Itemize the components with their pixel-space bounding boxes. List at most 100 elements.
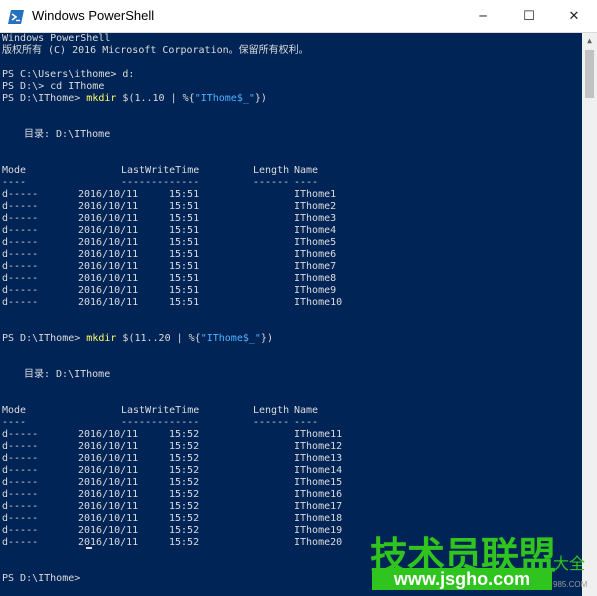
row-date: 2016/10/11 (78, 441, 139, 452)
row-time: 15:52 (169, 513, 200, 524)
header-underline: ------ (253, 177, 290, 188)
row-name: IThome2 (294, 201, 337, 212)
row-name: IThome3 (294, 213, 337, 224)
row-mode: d----- (2, 285, 39, 296)
header-underline: ------------- (121, 417, 200, 428)
row-date: 2016/10/11 (78, 477, 139, 488)
row-date: 2016/10/11 (78, 465, 139, 476)
row-mode: d----- (2, 453, 39, 464)
row-name: IThome4 (294, 225, 337, 236)
vertical-scrollbar[interactable]: ▲ (582, 33, 597, 596)
row-time: 15:51 (169, 297, 200, 308)
command-args: $(1..10 | %{ (116, 93, 195, 104)
command-args: }) (254, 93, 267, 104)
header-underline: ---- (294, 417, 319, 428)
row-date: 2016/10/11 (78, 297, 139, 308)
string-literal: "IThome$_" (194, 93, 255, 104)
console-output[interactable]: Windows PowerShell 版权所有 (C) 2016 Microso… (0, 33, 582, 596)
row-name: IThome18 (294, 513, 343, 524)
row-name: IThome11 (294, 429, 343, 440)
row-time: 15:52 (169, 525, 200, 536)
row-date: 2016/10/11 (78, 225, 139, 236)
row-name: IThome7 (294, 261, 337, 272)
row-date: 2016/10/11 (78, 525, 139, 536)
scroll-up-arrow-icon[interactable]: ▲ (582, 33, 597, 48)
row-name: IThome12 (294, 441, 343, 452)
row-date: 2016/10/11 (78, 273, 139, 284)
row-date: 2016/10/11 (78, 285, 139, 296)
scrollbar-thumb[interactable] (585, 50, 594, 98)
row-date: 2016/10/11 (78, 489, 139, 500)
row-time: 15:52 (169, 489, 200, 500)
row-time: 15:51 (169, 249, 200, 260)
row-time: 15:51 (169, 285, 200, 296)
row-time: 15:51 (169, 189, 200, 200)
row-name: IThome9 (294, 285, 337, 296)
directory-label: 目录: D:\IThome (24, 369, 111, 380)
command-line: PS D:\IThome> mkdir $(1..10 | %{"IThome$… (2, 93, 267, 105)
command-args: }) (260, 333, 273, 344)
row-name: IThome16 (294, 489, 343, 500)
keyword: mkdir (86, 333, 117, 344)
row-mode: d----- (2, 225, 39, 236)
column-header-name: Name (294, 405, 319, 416)
row-name: IThome8 (294, 273, 337, 284)
row-name: IThome14 (294, 465, 343, 476)
row-name: IThome10 (294, 297, 343, 308)
row-time: 15:52 (169, 441, 200, 452)
column-header-name: Name (294, 165, 319, 176)
row-date: 2016/10/11 (78, 261, 139, 272)
row-mode: d----- (2, 249, 39, 260)
column-header-time: LastWriteTime (121, 165, 200, 176)
column-header-mode: Mode (2, 405, 27, 416)
header-underline: ------ (253, 417, 290, 428)
row-time: 15:52 (169, 453, 200, 464)
row-time: 15:52 (169, 477, 200, 488)
row-name: IThome19 (294, 525, 343, 536)
column-header-length: Length (253, 405, 290, 416)
keyword: mkdir (86, 93, 117, 104)
command-line: PS C:\Users\ithome> d: (2, 69, 135, 80)
row-mode: d----- (2, 525, 39, 536)
maximize-icon: ☐ (523, 8, 535, 24)
row-time: 15:51 (169, 273, 200, 284)
row-name: IThome6 (294, 249, 337, 260)
row-date: 2016/10/11 (78, 453, 139, 464)
text-cursor (86, 547, 92, 549)
row-date: 2016/10/11 (78, 189, 139, 200)
title-bar: Windows PowerShell ─ ☐ ✕ (0, 0, 597, 33)
row-mode: d----- (2, 273, 39, 284)
row-time: 15:51 (169, 261, 200, 272)
row-date: 2016/10/11 (78, 429, 139, 440)
row-time: 15:52 (169, 465, 200, 476)
row-mode: d----- (2, 465, 39, 476)
row-mode: d----- (2, 489, 39, 500)
watermark-url: www.jsgho.com (372, 568, 552, 590)
close-button[interactable]: ✕ (551, 0, 597, 32)
header-underline: ---- (2, 417, 27, 428)
minimize-button[interactable]: ─ (460, 0, 506, 32)
row-time: 15:51 (169, 225, 200, 236)
row-name: IThome20 (294, 537, 343, 548)
row-time: 15:52 (169, 429, 200, 440)
prompt: PS D:\IThome> (2, 93, 87, 104)
maximize-button[interactable]: ☐ (506, 0, 552, 32)
row-mode: d----- (2, 441, 39, 452)
close-icon: ✕ (568, 8, 580, 24)
row-mode: d----- (2, 429, 39, 440)
command-args: $(11..20 | %{ (116, 333, 201, 344)
column-header-time: LastWriteTime (121, 405, 200, 416)
command-line: PS D:\IThome> mkdir $(11..20 | %{"IThome… (2, 333, 273, 345)
row-mode: d----- (2, 261, 39, 272)
minimize-icon: ─ (479, 9, 487, 23)
row-mode: d----- (2, 501, 39, 512)
row-mode: d----- (2, 201, 39, 212)
row-date: 2016/10/11 (78, 501, 139, 512)
directory-label: 目录: D:\IThome (24, 129, 111, 140)
command-line: PS D:\> cd IThome (2, 81, 105, 92)
row-mode: d----- (2, 237, 39, 248)
powershell-icon (8, 10, 24, 24)
row-date: 2016/10/11 (78, 249, 139, 260)
row-date: 2016/10/11 (78, 201, 139, 212)
row-mode: d----- (2, 297, 39, 308)
